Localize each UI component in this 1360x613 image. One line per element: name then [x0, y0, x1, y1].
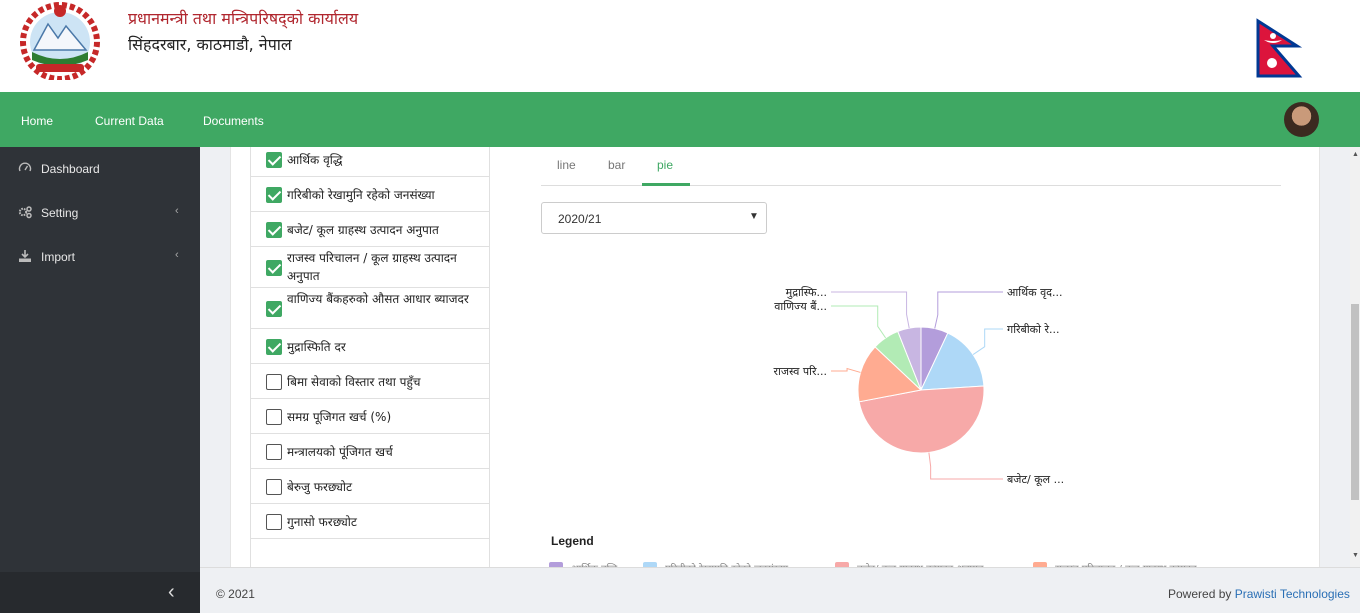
checklist-item-label: गरिबीको रेखामुनि रहेको जनसंख्या: [287, 187, 435, 202]
pie-leader-line: [831, 367, 861, 373]
sidebar-item-import[interactable]: Import ‹: [0, 237, 200, 277]
checklist-item-label: बजेट/ कूल ग्राहस्थ उत्पादन अनुपात: [287, 222, 439, 237]
scroll-down-arrow-icon[interactable]: ▼: [1352, 552, 1359, 559]
pie-leader-line: [972, 328, 1003, 356]
sidebar-item-label: Import: [41, 250, 76, 264]
scrollbar-thumb[interactable]: [1351, 304, 1359, 500]
pie-label: राजस्व परि...: [774, 365, 828, 378]
main-navbar: Home Current Data Documents: [0, 92, 1360, 147]
pie-label: वाणिज्य बैं...: [774, 300, 827, 313]
checklist-item-label: समग्र पूजिगत खर्च (%): [287, 409, 392, 424]
sidebar-item-dashboard[interactable]: Dashboard: [0, 149, 200, 189]
checklist-item[interactable]: गरिबीको रेखामुनि रहेको जनसंख्या: [251, 177, 489, 212]
powered-link[interactable]: Prawisti Technologies: [1235, 587, 1350, 601]
org-subtitle: सिंहदरबार, काठमाडौ, नेपाल: [128, 35, 292, 54]
gears-icon: [18, 206, 32, 219]
checkbox[interactable]: [266, 259, 282, 276]
chevron-left-icon: ‹: [175, 249, 179, 261]
gauge-icon: [18, 162, 32, 172]
nav-current-data[interactable]: Current Data: [95, 114, 164, 128]
checklist-item[interactable]: बेरुजु फरछ्योट: [251, 469, 489, 504]
sidebar-collapse-button[interactable]: ‹: [0, 572, 200, 613]
tab-bar[interactable]: bar: [608, 158, 625, 172]
checkbox[interactable]: [266, 408, 282, 425]
nepal-emblem-logo: [20, 2, 100, 80]
checklist-item[interactable]: राजस्व परिचालन / कूल ग्राहस्थ उत्पादन अन…: [251, 247, 489, 288]
pie-leader-line: [934, 291, 1003, 329]
pie-label: बजेट/ कूल ...: [1007, 473, 1064, 487]
tab-line[interactable]: line: [557, 158, 576, 172]
indicator-card: आर्थिक वृद्धि गरिबीको रेखामुनि रहेको जनसं…: [230, 147, 1320, 567]
checklist-item[interactable]: मन्त्रालयको पूंजिगत खर्च: [251, 434, 489, 469]
checklist-item[interactable]: गुनासो फरछ्योट: [251, 504, 489, 539]
pie-chart: आर्थिक वृद... गरिबीको रे... बजेट/ कूल ... र…: [774, 286, 1065, 487]
org-title: प्रधानमन्त्री तथा मन्त्रिपरिषद्को कार्या…: [128, 9, 359, 28]
checkbox[interactable]: [266, 443, 282, 460]
chart-panel: line bar pie 2020/21 ▼ आर्थिक वृद... गरिब…: [521, 147, 1311, 567]
checklist-item[interactable]: समग्र पूजिगत खर्च (%): [251, 399, 489, 434]
pie-leader-line: [928, 452, 1003, 480]
checkbox[interactable]: [266, 186, 282, 203]
nepal-flag-icon: [1256, 18, 1303, 78]
checklist-item-label: गुनासो फरछ्योट: [287, 514, 357, 529]
chart-type-tabs: line bar pie: [541, 147, 1281, 186]
active-tab-indicator: [642, 183, 690, 186]
sidebar-item-setting[interactable]: Setting ‹: [0, 193, 200, 233]
checklist-item[interactable]: आर्थिक वृद्धि: [251, 147, 489, 177]
pie-label: मुद्रास्फि...: [786, 286, 827, 299]
indicator-checklist: आर्थिक वृद्धि गरिबीको रेखामुनि रहेको जनसं…: [250, 147, 490, 567]
pie-label: आर्थिक वृद...: [1007, 286, 1063, 299]
checkbox[interactable]: [266, 513, 282, 530]
sidebar-item-label: Dashboard: [41, 162, 100, 176]
checklist-item[interactable]: वाणिज्य बैंकहरुको औसत आधार ब्याजदर: [251, 288, 489, 329]
nav-home[interactable]: Home: [21, 114, 53, 128]
year-select[interactable]: 2020/21 ▼: [541, 202, 767, 234]
chevron-left-icon: ‹: [175, 205, 179, 217]
pie-leader-line: [831, 305, 887, 339]
checkbox[interactable]: [266, 300, 282, 317]
footer-powered-by: Powered by Prawisti Technologies: [1168, 587, 1350, 601]
footer-copyright: © 2021: [216, 587, 255, 601]
checkbox[interactable]: [266, 221, 282, 238]
checklist-item-label: बेरुजु फरछ्योट: [287, 479, 353, 494]
chevron-left-icon: ‹: [168, 581, 175, 603]
checklist-item-label: मन्त्रालयको पूंजिगत खर्च: [287, 444, 393, 459]
checklist-item-label: राजस्व परिचालन / कूल ग्राहस्थ उत्पादन अन…: [287, 251, 457, 283]
chevron-down-icon: ▼: [749, 211, 759, 222]
checklist-item-label: बिमा सेवाको विस्तार तथा पहुँच: [287, 374, 421, 389]
top-header: प्रधानमन्त्री तथा मन्त्रिपरिषद्को कार्या…: [0, 0, 1360, 92]
checkbox[interactable]: [266, 478, 282, 495]
pie-leader-line: [831, 291, 910, 329]
checklist-item[interactable]: बिमा सेवाको विस्तार तथा पहुँच: [251, 364, 489, 399]
pie-label: गरिबीको रे...: [1007, 323, 1059, 336]
checkbox[interactable]: [266, 338, 282, 355]
footer: © 2021 Powered by Prawisti Technologies: [200, 567, 1360, 613]
powered-prefix: Powered by: [1168, 587, 1235, 601]
user-avatar[interactable]: [1284, 102, 1319, 137]
legend-title: Legend: [551, 534, 594, 548]
nav-documents[interactable]: Documents: [203, 114, 264, 128]
sidebar-item-label: Setting: [41, 206, 79, 220]
download-icon: [19, 250, 31, 262]
checklist-item[interactable]: बजेट/ कूल ग्राहस्थ उत्पादन अनुपात: [251, 212, 489, 247]
year-select-value: 2020/21: [558, 212, 602, 226]
checklist-item[interactable]: मुद्रास्फिति दर: [251, 329, 489, 364]
checklist-item-label: वाणिज्य बैंकहरुको औसत आधार ब्याजदर: [287, 292, 469, 306]
scroll-up-arrow-icon[interactable]: ▲: [1352, 151, 1359, 158]
checklist-item-label: मुद्रास्फिति दर: [287, 339, 346, 354]
checklist-item-label: आर्थिक वृद्धि: [287, 153, 343, 167]
sidebar: Dashboard Setting ‹ Import ‹ ‹: [0, 147, 200, 613]
checkbox[interactable]: [266, 373, 282, 390]
main-content: आर्थिक वृद्धि गरिबीको रेखामुनि रहेको जनसं…: [200, 147, 1350, 567]
checkbox[interactable]: [266, 152, 282, 168]
tab-pie[interactable]: pie: [657, 158, 673, 172]
